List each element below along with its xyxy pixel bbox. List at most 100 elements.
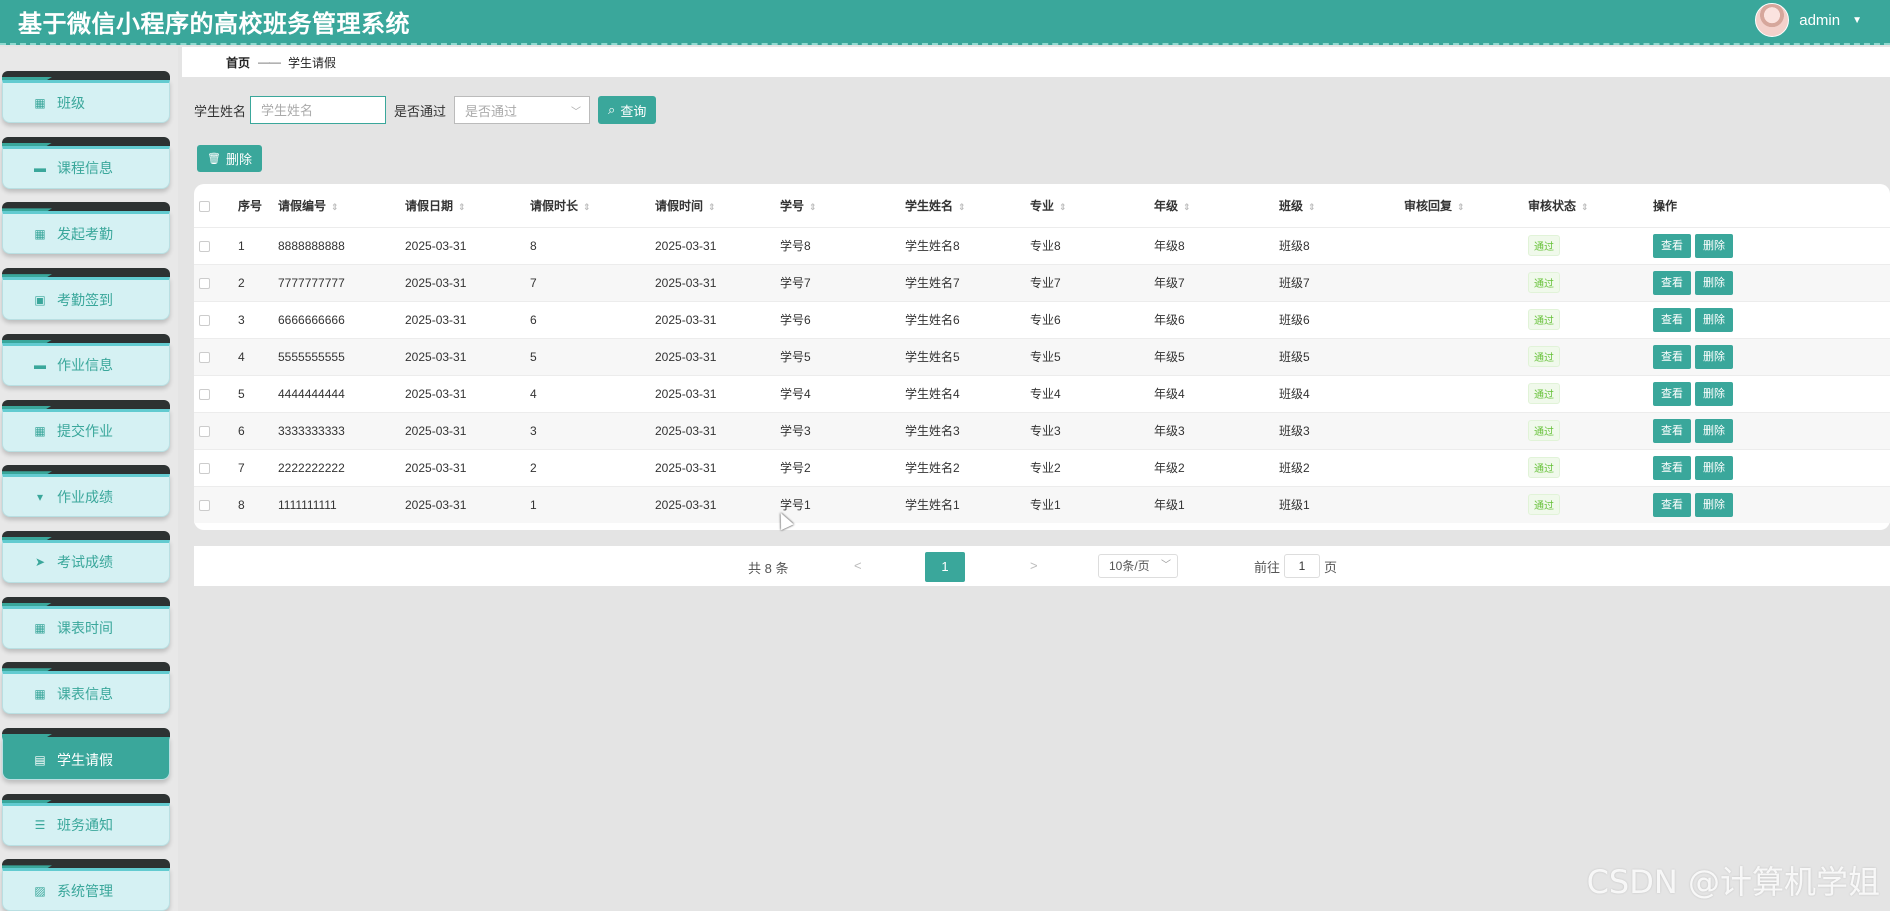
sort-icon[interactable]: ⇕ xyxy=(958,202,966,212)
sort-icon[interactable]: ⇕ xyxy=(1308,202,1316,212)
sidebar-item-body[interactable]: ▦ 课表时间 xyxy=(2,605,170,649)
sort-icon[interactable]: ⇕ xyxy=(1581,202,1589,212)
cell-student-name: 学生姓名3 xyxy=(905,424,960,438)
cell-class: 班级6 xyxy=(1279,313,1310,327)
sidebar-item-body[interactable]: ▦ 提交作业 xyxy=(2,408,170,452)
page-size-select[interactable]: 10条/页 ﹀ xyxy=(1098,554,1178,578)
sidebar-item-body[interactable]: ▨ 系统管理 xyxy=(2,868,170,911)
sidebar-item[interactable]: ▬ 课程信息 xyxy=(2,136,170,189)
delete-button[interactable]: 删除 xyxy=(1695,233,1733,258)
sidebar-item-body[interactable]: ▦ 班级 xyxy=(2,80,170,123)
sort-icon[interactable]: ⇕ xyxy=(708,202,716,212)
column-header[interactable]: 请假时间 ⇕ xyxy=(655,184,780,227)
sidebar-item-body[interactable]: ▬ 课程信息 xyxy=(2,145,170,189)
sidebar-item[interactable]: ▾ 作业成绩 xyxy=(2,465,170,518)
sidebar-item-body[interactable]: ▦ 课表信息 xyxy=(2,671,170,715)
view-button[interactable]: 查看 xyxy=(1653,381,1691,406)
sidebar-item[interactable]: ▣ 考勤签到 xyxy=(2,268,170,321)
pass-status-select[interactable]: 是否通过 ﹀ xyxy=(454,96,591,124)
row-checkbox[interactable] xyxy=(199,425,210,437)
breadcrumb-home[interactable]: 首页 xyxy=(226,54,250,71)
column-header[interactable]: 专业 ⇕ xyxy=(1030,184,1154,227)
delete-button[interactable]: 删除 xyxy=(1695,307,1733,332)
sort-icon[interactable]: ⇕ xyxy=(809,202,817,212)
delete-button[interactable]: 删除 xyxy=(1695,344,1733,369)
sidebar-item[interactable]: ▬ 作业信息 xyxy=(2,333,170,386)
sidebar-item[interactable]: ➤ 考试成绩 xyxy=(2,530,170,583)
view-button[interactable]: 查看 xyxy=(1653,455,1691,480)
caret-down-icon[interactable]: ▼ xyxy=(1852,15,1862,26)
query-button[interactable]: ⌕ 查询 xyxy=(598,96,657,124)
select-all-checkbox[interactable] xyxy=(199,200,210,212)
sidebar-item-body[interactable]: ➤ 考试成绩 xyxy=(2,539,170,583)
view-button[interactable]: 查看 xyxy=(1653,270,1691,295)
sidebar-item-label: 作业成绩 xyxy=(57,488,113,505)
page-1-button[interactable]: 1 xyxy=(925,552,965,582)
column-header[interactable]: 请假日期 ⇕ xyxy=(405,184,530,227)
sidebar-item[interactable]: ▤ 学生请假 xyxy=(2,728,170,780)
cell-grade: 年级4 xyxy=(1154,387,1185,401)
column-header-label: 请假编号 xyxy=(278,198,327,213)
sidebar-item-body[interactable]: ▤ 学生请假 xyxy=(2,737,170,780)
cell-reply xyxy=(1404,301,1528,338)
cell-time: 2025-03-31 xyxy=(655,423,717,438)
sidebar-item-body[interactable]: ☰ 班务通知 xyxy=(2,802,170,846)
column-header[interactable]: 学生姓名 ⇕ xyxy=(905,184,1030,227)
view-button[interactable]: 查看 xyxy=(1653,307,1691,332)
status-badge: 通过 xyxy=(1528,457,1560,478)
sidebar-item[interactable]: ☰ 班务通知 xyxy=(2,793,170,846)
sidebar-item[interactable]: ▦ 课表信息 xyxy=(2,662,170,715)
column-header[interactable]: 审核状态 ⇕ xyxy=(1528,184,1653,227)
sort-icon[interactable]: ⇕ xyxy=(331,202,339,212)
column-header[interactable]: 学号 ⇕ xyxy=(780,184,905,227)
view-button[interactable]: 查看 xyxy=(1653,492,1691,517)
column-header[interactable]: 请假时长 ⇕ xyxy=(530,184,655,227)
cell-major: 专业3 xyxy=(1030,424,1061,438)
column-header-label: 请假日期 xyxy=(405,198,454,213)
sidebar-item[interactable]: ▦ 提交作业 xyxy=(2,399,170,452)
view-button[interactable]: 查看 xyxy=(1653,418,1691,443)
batch-delete-button[interactable]: 🗑 删除 xyxy=(197,145,262,172)
goto-page-input[interactable]: 1 xyxy=(1284,554,1321,578)
row-checkbox[interactable] xyxy=(199,351,210,363)
sidebar-item[interactable]: ▨ 系统管理 xyxy=(2,859,170,911)
sort-icon[interactable]: ⇕ xyxy=(583,202,591,212)
sidebar-item-body[interactable]: ▬ 作业信息 xyxy=(2,342,170,386)
delete-button[interactable]: 删除 xyxy=(1695,455,1733,480)
sort-icon[interactable]: ⇕ xyxy=(458,202,466,212)
sort-icon[interactable]: ⇕ xyxy=(1183,202,1191,212)
row-checkbox[interactable] xyxy=(199,314,210,326)
cell-class: 班级7 xyxy=(1279,276,1310,290)
sidebar-item-body[interactable]: ▦ 发起考勤 xyxy=(2,211,170,255)
column-header[interactable]: 审核回复 ⇕ xyxy=(1404,184,1528,227)
sidebar-item[interactable]: ▦ 班级 xyxy=(2,71,170,123)
sort-icon[interactable]: ⇕ xyxy=(1457,202,1465,212)
row-checkbox[interactable] xyxy=(199,388,210,400)
view-button[interactable]: 查看 xyxy=(1653,233,1691,258)
row-checkbox[interactable] xyxy=(199,277,210,289)
username[interactable]: admin xyxy=(1799,12,1840,29)
delete-button[interactable]: 删除 xyxy=(1695,381,1733,406)
row-checkbox[interactable] xyxy=(199,500,210,512)
table-row: 3 6666666666 2025-03-31 6 2025-03-31 学号6 学生姓名6… xyxy=(194,301,1890,338)
avatar[interactable] xyxy=(1755,3,1790,37)
delete-button[interactable]: 删除 xyxy=(1695,492,1733,517)
column-header[interactable]: 请假编号 ⇕ xyxy=(278,184,405,227)
cell-reply xyxy=(1404,227,1528,264)
sort-icon[interactable]: ⇕ xyxy=(1059,202,1067,212)
view-button[interactable]: 查看 xyxy=(1653,344,1691,369)
user-menu[interactable]: admin ▼ xyxy=(1755,2,1862,38)
next-page-button[interactable]: > xyxy=(1030,558,1038,573)
sidebar-item[interactable]: ▦ 发起考勤 xyxy=(2,202,170,255)
student-name-input[interactable] xyxy=(250,96,387,124)
column-header[interactable]: 年级 ⇕ xyxy=(1154,184,1279,227)
row-checkbox[interactable] xyxy=(199,462,210,474)
delete-button[interactable]: 删除 xyxy=(1695,418,1733,443)
sidebar-item-body[interactable]: ▾ 作业成绩 xyxy=(2,474,170,518)
delete-button[interactable]: 删除 xyxy=(1695,270,1733,295)
sidebar-item-body[interactable]: ▣ 考勤签到 xyxy=(2,277,170,321)
column-header[interactable]: 班级 ⇕ xyxy=(1279,184,1404,227)
row-checkbox[interactable] xyxy=(199,240,210,252)
sidebar-item[interactable]: ▦ 课表时间 xyxy=(2,596,170,649)
prev-page-button[interactable]: < xyxy=(854,558,862,573)
